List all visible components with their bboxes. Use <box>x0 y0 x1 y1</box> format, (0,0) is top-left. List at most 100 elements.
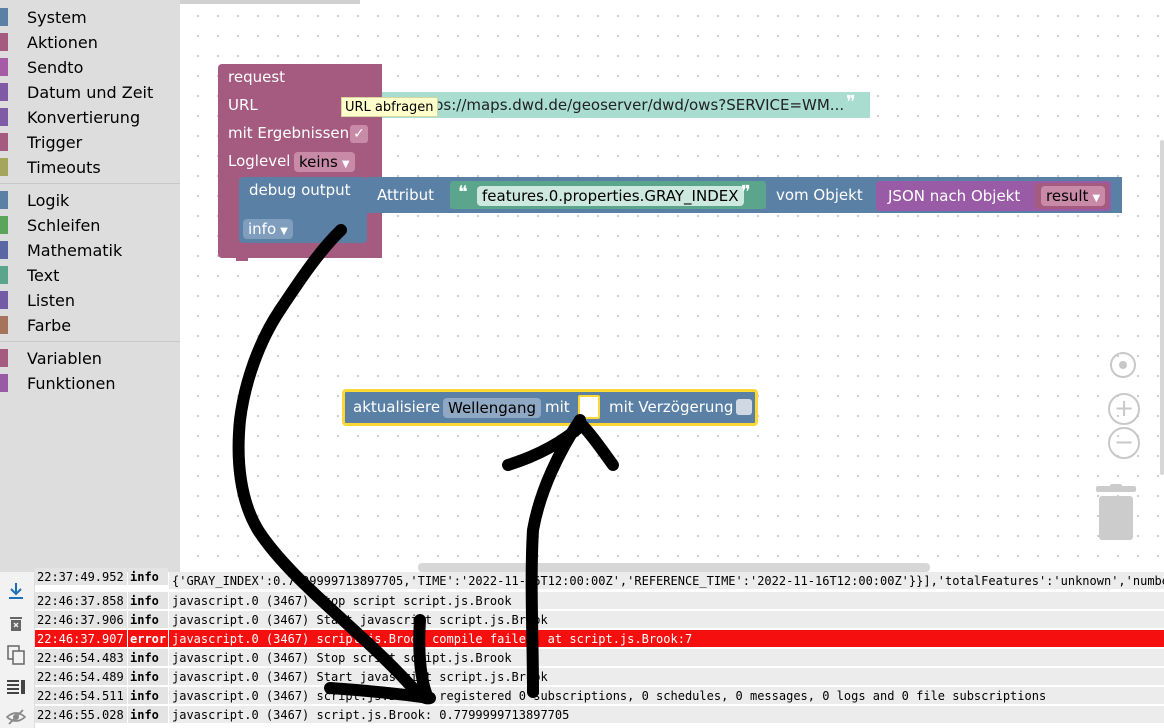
category-color-swatch <box>0 108 8 126</box>
log-message: javascript.0 (3467) script.js.Brook comp… <box>169 630 1164 647</box>
log-timestamp: 22:46:37.907 <box>35 630 127 647</box>
category-color-swatch <box>0 241 8 259</box>
result-variable-value: result <box>1046 187 1089 205</box>
copy-log-icon[interactable] <box>5 644 27 666</box>
category-color-swatch <box>0 8 8 26</box>
request-block-notch <box>236 256 248 261</box>
attribute-text-field[interactable]: features.0.properties.GRAY_INDEX <box>477 186 744 206</box>
scroll-to-bottom-icon[interactable] <box>5 580 27 602</box>
category-farbe[interactable]: Farbe <box>0 313 180 337</box>
delay-checkbox[interactable] <box>736 399 752 415</box>
log-console: 22:37:49.952 info {'GRAY_INDEX':0.779999… <box>0 568 1164 728</box>
workspace-horizontal-scrollbar[interactable] <box>418 563 930 572</box>
log-view-mode-icon[interactable] <box>5 676 27 698</box>
category-sendto[interactable]: Sendto <box>0 55 180 79</box>
debug-output-title: debug output <box>249 181 351 199</box>
dropdown-arrow-icon: ▼ <box>341 159 350 170</box>
json-to-object-label: JSON nach Objekt <box>888 187 1021 205</box>
log-message: {'GRAY_INDEX':0.7799999713897705,'TIME':… <box>169 572 1164 589</box>
console-toolbar <box>0 572 35 728</box>
log-row-error: 22:46:37.907 error javascript.0 (3467) s… <box>35 630 1164 648</box>
dropdown-arrow-icon: ▼ <box>1092 193 1101 204</box>
log-level: info <box>128 611 168 628</box>
log-message: javascript.0 (3467) script.js.Brook: reg… <box>169 687 1164 704</box>
workspace-vertical-scrollbar[interactable] <box>1160 140 1164 475</box>
category-mathematik[interactable]: Mathematik <box>0 238 180 262</box>
log-row: 22:46:37.906 info javascript.0 (3467) St… <box>35 611 1164 629</box>
toolbox-separator <box>0 183 180 184</box>
debug-level-value: info <box>248 220 277 238</box>
loglevel-dropdown[interactable]: keins ▼ <box>294 152 355 172</box>
log-level: info <box>128 649 168 666</box>
category-label: System <box>27 7 87 27</box>
object-label: vom Objekt <box>776 186 863 204</box>
value-input-socket[interactable] <box>578 395 600 419</box>
delay-label: mit Verzögerung <box>609 398 734 416</box>
log-timestamp: 22:46:37.858 <box>35 592 127 609</box>
category-color-swatch <box>0 216 8 234</box>
log-message: javascript.0 (3467) Start javascript scr… <box>169 611 1164 628</box>
toolbox-separator <box>0 341 180 342</box>
category-color-swatch <box>0 33 8 51</box>
category-label: Aktionen <box>27 32 98 52</box>
category-system[interactable]: System <box>0 5 180 29</box>
category-funktionen[interactable]: Funktionen <box>0 371 180 395</box>
workspace-top-scrollbar[interactable] <box>180 0 360 4</box>
category-label: Text <box>27 265 60 285</box>
results-checkbox[interactable]: ✓ <box>350 125 368 143</box>
clear-log-icon[interactable] <box>5 612 27 634</box>
quote-close-icon: ❞ <box>846 92 856 113</box>
log-row: 22:46:54.483 info javascript.0 (3467) St… <box>35 649 1164 667</box>
category-label: Variablen <box>27 348 102 368</box>
dropdown-arrow-icon: ▼ <box>280 226 288 237</box>
update-target-dropdown[interactable]: Wellengang <box>443 398 541 418</box>
url-tooltip: URL abfragen <box>341 97 438 117</box>
zoom-out-icon[interactable]: − <box>1108 427 1140 459</box>
category-color-swatch <box>0 191 8 209</box>
url-text-field[interactable]: tps://maps.dwd.de/geoserver/dwd/ows?SERV… <box>428 96 844 114</box>
log-level: info <box>128 592 168 609</box>
zoom-reset-icon[interactable] <box>1110 352 1136 378</box>
category-label: Schleifen <box>27 215 101 235</box>
category-aktionen[interactable]: Aktionen <box>0 30 180 54</box>
category-trigger[interactable]: Trigger <box>0 130 180 154</box>
log-row: 22:46:37.858 info javascript.0 (3467) St… <box>35 592 1164 610</box>
log-level: info <box>128 668 168 685</box>
attribute-label: Attribut <box>377 186 435 204</box>
log-row: 22:37:49.952 info {'GRAY_INDEX':0.779999… <box>35 568 1164 590</box>
log-timestamp: 22:46:55.028 <box>35 706 127 723</box>
category-text[interactable]: Text <box>0 263 180 287</box>
category-listen[interactable]: Listen <box>0 288 180 312</box>
category-color-swatch <box>0 158 8 176</box>
category-color-swatch <box>0 133 8 151</box>
category-timeouts[interactable]: Timeouts <box>0 155 180 179</box>
log-timestamp: 22:37:49.952 <box>35 568 127 585</box>
log-message: javascript.0 (3467) Stop script script.j… <box>169 592 1164 609</box>
category-color-swatch <box>0 58 8 76</box>
quote-open-icon: ❝ <box>458 182 468 203</box>
category-schleifen[interactable]: Schleifen <box>0 213 180 237</box>
update-label: aktualisiere <box>353 398 441 416</box>
debug-level-dropdown[interactable]: info ▼ <box>243 219 293 239</box>
log-row: 22:46:54.489 info javascript.0 (3467) St… <box>35 668 1164 686</box>
category-datum-und-zeit[interactable]: Datum und Zeit <box>0 80 180 104</box>
category-logik[interactable]: Logik <box>0 188 180 212</box>
toolbox: System Aktionen Sendto Datum und Zeit Ko… <box>0 0 180 572</box>
log-timestamp: 22:46:54.483 <box>35 649 127 666</box>
category-konvertierung[interactable]: Konvertierung <box>0 105 180 129</box>
loglevel-value: keins <box>299 153 338 171</box>
trash-can-icon[interactable] <box>1096 484 1136 540</box>
category-color-swatch <box>0 374 8 392</box>
category-color-swatch <box>0 349 8 367</box>
category-label: Listen <box>27 290 75 310</box>
category-color-swatch <box>0 316 8 334</box>
log-level: info <box>128 687 168 704</box>
category-label: Funktionen <box>27 373 116 393</box>
zoom-in-icon[interactable]: + <box>1108 393 1140 425</box>
category-variablen[interactable]: Variablen <box>0 346 180 370</box>
hide-eye-icon[interactable] <box>5 706 27 728</box>
log-row: 22:46:55.028 info javascript.0 (3467) sc… <box>35 706 1164 724</box>
log-level: info <box>128 568 168 585</box>
result-variable-dropdown[interactable]: result ▼ <box>1041 186 1106 206</box>
request-block-title: request <box>228 68 286 86</box>
